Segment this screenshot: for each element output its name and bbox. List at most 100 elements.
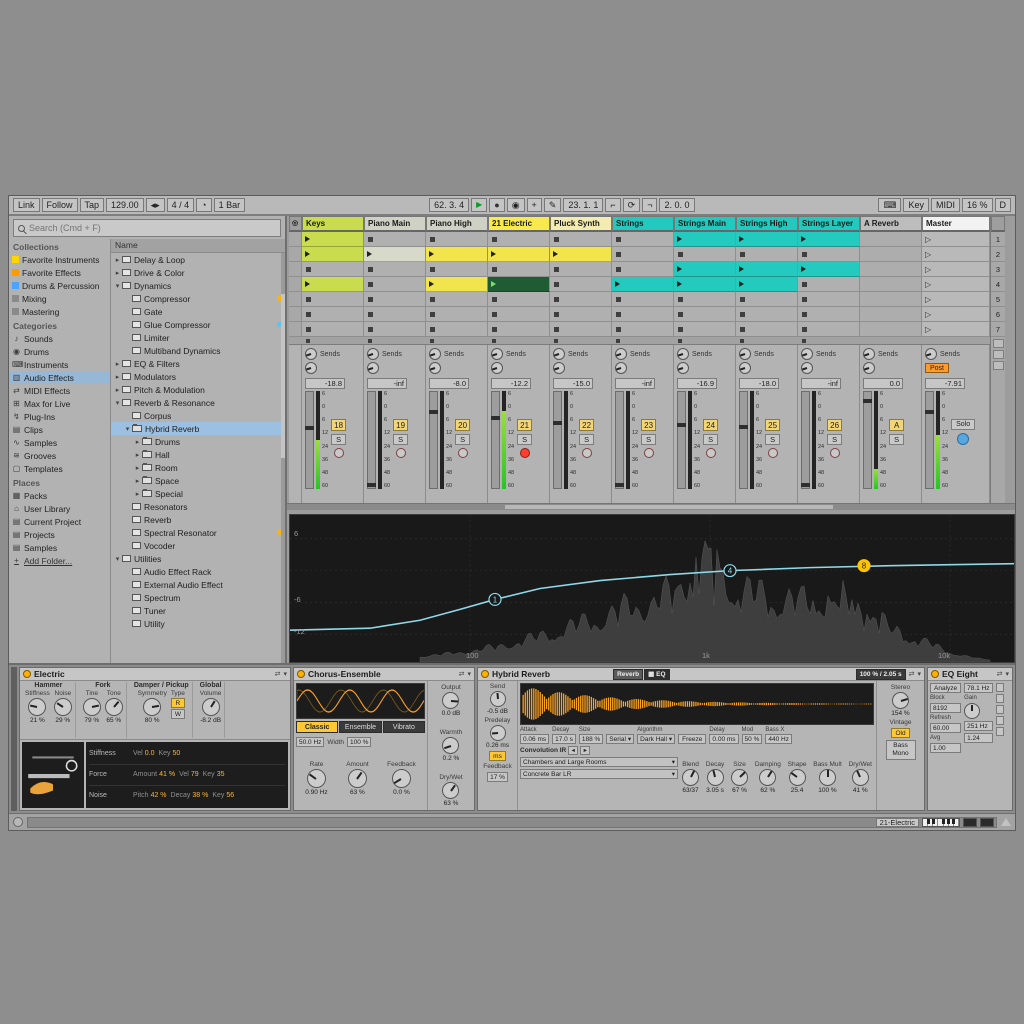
scene-launch-slot[interactable]: ▷ bbox=[922, 262, 990, 277]
session-toggle-button[interactable] bbox=[992, 361, 1004, 370]
clip-slot[interactable] bbox=[426, 292, 488, 307]
device-view-selector[interactable] bbox=[11, 667, 17, 811]
knob-value[interactable]: 63/37 bbox=[682, 787, 698, 794]
clip-slot[interactable] bbox=[674, 292, 736, 307]
midi-map-button[interactable]: MIDI bbox=[930, 198, 960, 212]
loop-length-display[interactable]: 2. 0. 0 bbox=[659, 198, 695, 212]
send-a-knob[interactable] bbox=[677, 348, 689, 360]
knob-value[interactable]: 0.26 ms bbox=[486, 742, 509, 749]
clip-slot[interactable] bbox=[674, 232, 736, 247]
tree-item-gate[interactable]: Gate bbox=[111, 305, 285, 318]
track-volume-display[interactable]: -8.0 bbox=[429, 378, 469, 389]
fold-icon[interactable]: ▾ bbox=[917, 670, 921, 678]
size-knob[interactable] bbox=[731, 768, 749, 786]
clip-slot[interactable] bbox=[302, 307, 364, 322]
cpu-meter[interactable]: 16 % bbox=[961, 198, 993, 212]
clip-slot[interactable] bbox=[798, 292, 860, 307]
tree-item-vocoder[interactable]: Vocoder bbox=[111, 539, 285, 552]
band-button[interactable] bbox=[995, 683, 1004, 692]
clip-slot[interactable] bbox=[550, 292, 612, 307]
track-stop-button[interactable] bbox=[492, 338, 496, 343]
fader-handle[interactable] bbox=[801, 483, 810, 488]
feedback-knob[interactable] bbox=[391, 769, 411, 788]
hot-swap-icon[interactable]: ⇄ bbox=[459, 670, 465, 678]
clip-slot[interactable] bbox=[674, 247, 736, 262]
clip-slot[interactable] bbox=[736, 247, 798, 262]
solo-button[interactable]: S bbox=[579, 434, 595, 445]
clip-slot[interactable] bbox=[426, 262, 488, 277]
param-value[interactable]: 50 bbox=[173, 750, 181, 757]
band-button[interactable] bbox=[995, 727, 1004, 736]
nudge-icons[interactable]: ◂▸ bbox=[145, 198, 165, 212]
clip-slot[interactable] bbox=[798, 247, 860, 262]
warmth-knob[interactable] bbox=[442, 737, 460, 754]
clip-slot[interactable] bbox=[426, 277, 488, 292]
return-track-header[interactable]: A Reverb bbox=[860, 216, 922, 232]
stereo-knob[interactable] bbox=[892, 692, 909, 709]
fader-handle[interactable] bbox=[863, 398, 872, 403]
volume-fader[interactable] bbox=[367, 391, 376, 489]
field-value-block[interactable]: 8192 bbox=[930, 703, 962, 713]
tree-item-reverb-resonance[interactable]: ▾ Reverb & Resonance bbox=[111, 396, 285, 409]
rate-knob[interactable] bbox=[306, 769, 326, 788]
tree-item-corpus[interactable]: Corpus bbox=[111, 409, 285, 422]
clip-slot[interactable] bbox=[289, 247, 302, 262]
ir-category-select[interactable]: Chambers and Large Rooms ▾ bbox=[520, 757, 678, 767]
sidebar-item-midi-effects[interactable]: ⇄ MIDI Effects bbox=[9, 384, 110, 397]
tree-item-glue-compressor[interactable]: Glue Compressor bbox=[111, 318, 285, 331]
scrollbar-handle[interactable] bbox=[281, 294, 285, 458]
scene-launch-slot[interactable]: ▷ bbox=[922, 307, 990, 322]
clip-slot[interactable] bbox=[302, 232, 364, 247]
clip-slot[interactable] bbox=[612, 232, 674, 247]
tree-item-dynamics[interactable]: ▾ Dynamics bbox=[111, 279, 285, 292]
analyze-button[interactable]: Analyze bbox=[930, 683, 962, 693]
param-value[interactable]: 42 % bbox=[151, 792, 167, 799]
tree-item-space[interactable]: ▸ Space bbox=[111, 474, 285, 487]
track-volume-display[interactable]: -18.0 bbox=[739, 378, 779, 389]
volume-fader[interactable] bbox=[677, 391, 686, 489]
tine-knob[interactable] bbox=[82, 698, 101, 716]
tree-item-resonators[interactable]: Resonators bbox=[111, 500, 285, 513]
tree-item-drive-color[interactable]: ▸ Drive & Color bbox=[111, 266, 285, 279]
track-activator-button[interactable]: 24 bbox=[703, 419, 719, 431]
send-a-knob[interactable] bbox=[305, 348, 317, 360]
clip-slot[interactable] bbox=[674, 262, 736, 277]
clip-slot[interactable] bbox=[488, 277, 550, 292]
width-value[interactable]: 100 % bbox=[347, 737, 372, 747]
track-stop-button[interactable] bbox=[430, 338, 434, 343]
key-map-button[interactable]: Key bbox=[903, 198, 929, 212]
scene-launch-slot[interactable]: ▷ bbox=[922, 232, 990, 247]
fader-handle[interactable] bbox=[367, 483, 376, 488]
clip-slot[interactable] bbox=[550, 262, 612, 277]
track-activator-button[interactable]: 26 bbox=[827, 419, 843, 431]
scene-number[interactable]: 3 bbox=[991, 262, 1005, 277]
clip-slot[interactable] bbox=[798, 232, 860, 247]
fader-handle[interactable] bbox=[615, 483, 624, 488]
fader-handle[interactable] bbox=[491, 416, 500, 421]
clip-slot[interactable] bbox=[302, 277, 364, 292]
volume-fader[interactable] bbox=[925, 391, 934, 489]
sidebar-item-packs[interactable]: ▦ Packs bbox=[9, 489, 110, 502]
search-input[interactable] bbox=[29, 223, 276, 233]
pickup-type-r[interactable]: R bbox=[170, 698, 185, 708]
track-header[interactable]: Strings Main bbox=[674, 216, 736, 232]
tab-reverb[interactable]: Reverb bbox=[613, 668, 644, 680]
track-activator-button[interactable]: A bbox=[889, 419, 905, 431]
send-b-knob[interactable] bbox=[677, 362, 689, 374]
solo-button[interactable]: S bbox=[455, 434, 471, 445]
hot-swap-icon[interactable]: ⇄ bbox=[997, 670, 1003, 678]
param-value[interactable]: 0.06 ms bbox=[520, 734, 550, 744]
tree-item-drums[interactable]: ▸ Drums bbox=[111, 435, 285, 448]
sidebar-item-drums[interactable]: ◉ Drums bbox=[9, 345, 110, 358]
clip-slot[interactable] bbox=[488, 322, 550, 337]
scene-launch-slot[interactable]: ▷ bbox=[922, 277, 990, 292]
clip-slot[interactable] bbox=[289, 262, 302, 277]
arm-record-button[interactable] bbox=[457, 448, 468, 458]
track-volume-display[interactable]: -7.91 bbox=[925, 378, 965, 389]
knob-value[interactable]: 0.0 % bbox=[393, 789, 410, 796]
gain-knob[interactable] bbox=[964, 703, 981, 719]
clip-slot[interactable] bbox=[426, 232, 488, 247]
clip-slot[interactable] bbox=[550, 322, 612, 337]
param-value[interactable]: 17.0 s bbox=[552, 734, 576, 744]
chevron-down-icon[interactable]: ▾ bbox=[113, 282, 122, 290]
